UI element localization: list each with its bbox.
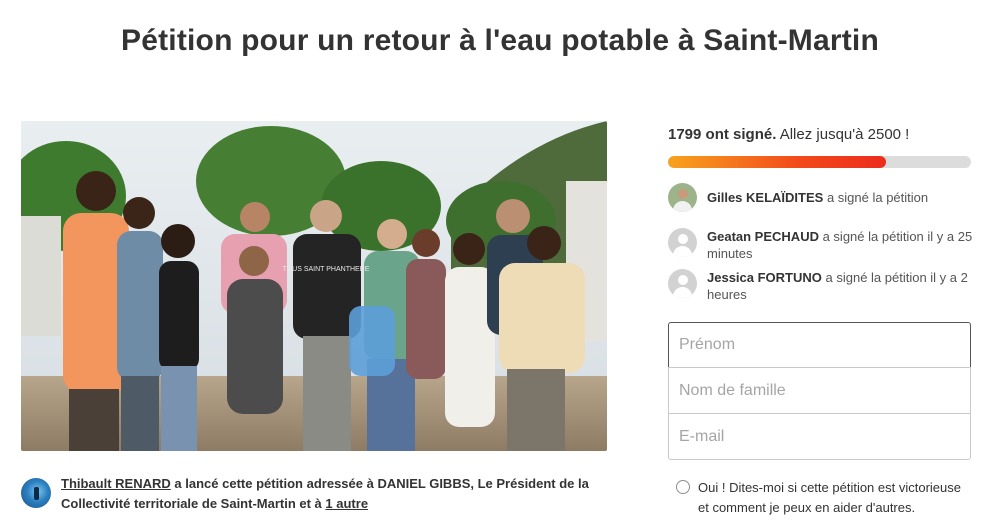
petition-starter: Thibault RENARD a lancé cette pétition a… (21, 471, 611, 527)
optin-label: Oui ! Dites-moi si cette pétition est vi… (698, 480, 961, 515)
signature-progress-bar (668, 156, 971, 168)
signer-action: a signé la pétition (826, 190, 929, 205)
email-input[interactable] (668, 413, 971, 460)
page-title: Pétition pour un retour à l'eau potable … (121, 24, 879, 57)
shirt-print: TOUS SAINT PHANTHERE (283, 266, 370, 273)
signature-form (668, 322, 971, 460)
signature-goal: Allez jusqu'à 2500 ! (779, 126, 910, 143)
signer-avatar (668, 269, 697, 298)
starter-avatar[interactable] (21, 478, 51, 508)
signature-count-value: 1799 ont signé. (668, 126, 777, 143)
last-name-input[interactable] (668, 367, 971, 414)
signature-count: 1799 ont signé. Allez jusqu'à 2500 ! (668, 126, 909, 143)
signer-avatar (668, 183, 697, 212)
starter-name-link[interactable]: Thibault RENARD (61, 476, 171, 491)
signer-avatar (668, 228, 697, 257)
signer-name: Geatan PECHAUD (707, 229, 819, 244)
signer-name: Jessica FORTUNO (707, 270, 822, 285)
first-name-input[interactable] (668, 322, 971, 368)
optin-radio[interactable] (676, 480, 690, 494)
petition-photo: TOUS SAINT PHANTHERE (21, 121, 607, 451)
signer-name: Gilles KELAÏDITES (707, 190, 824, 205)
other-recipients-link[interactable]: 1 autre (325, 496, 368, 511)
signature-progress-fill (668, 156, 887, 168)
